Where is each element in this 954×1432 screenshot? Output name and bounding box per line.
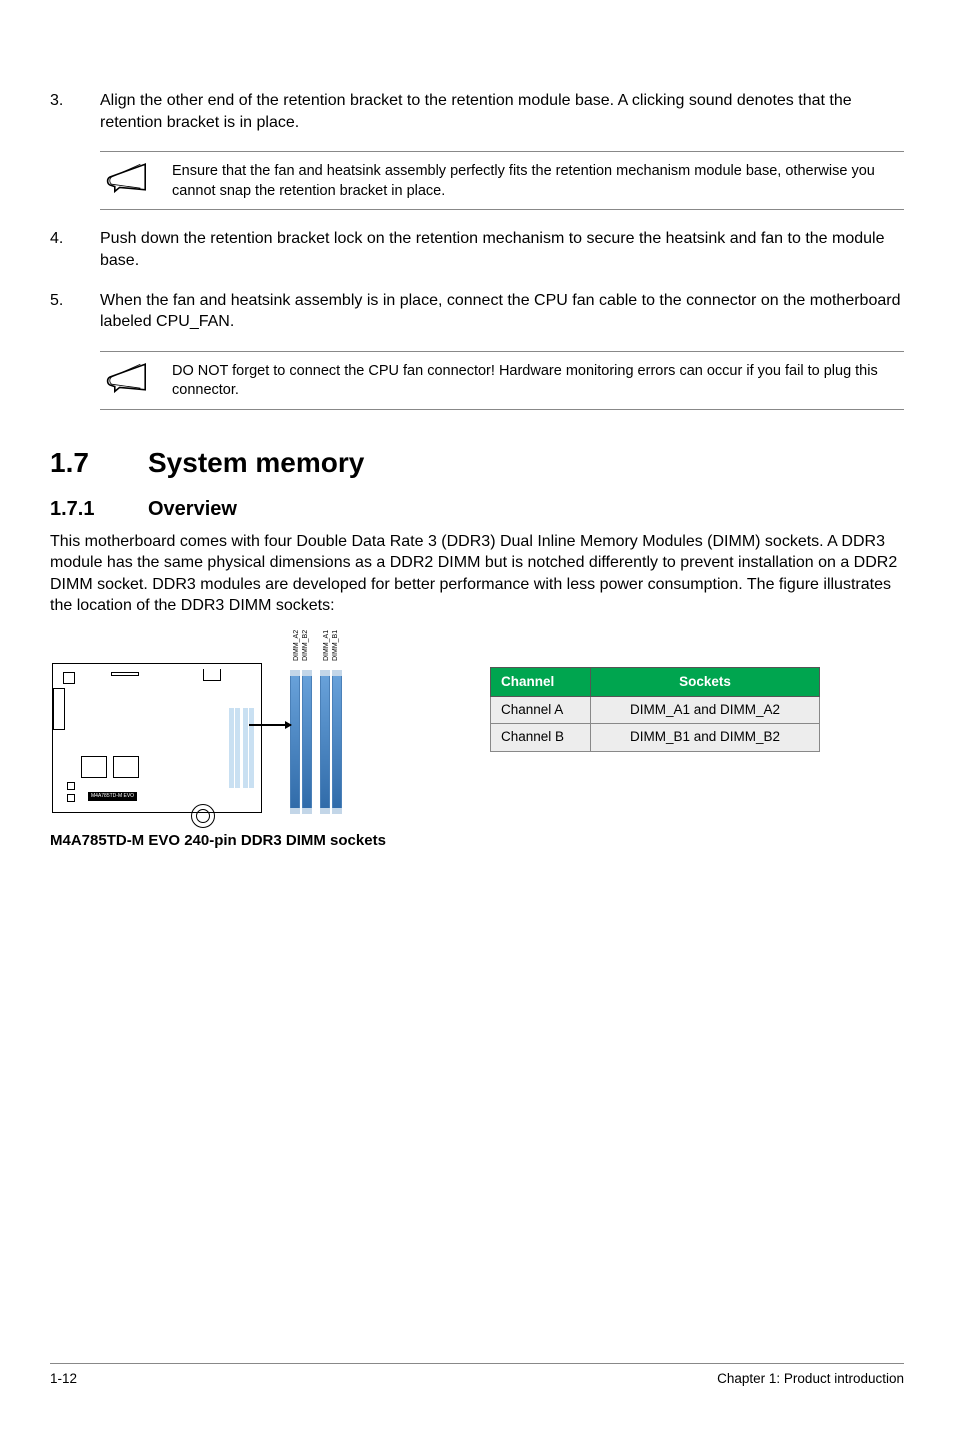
dimm-label-a2: DIMM_A2 — [293, 630, 300, 661]
table-cell: Channel A — [491, 697, 591, 724]
subsection-heading: 1.7.1 Overview — [50, 496, 904, 523]
table-row: Channel A DIMM_A1 and DIMM_A2 — [491, 697, 820, 724]
note-2-text: DO NOT forget to connect the CPU fan con… — [172, 360, 904, 401]
note-icon — [100, 360, 152, 394]
dimm-label-a1: DIMM_A1 — [323, 630, 330, 661]
section-heading: 1.7 System memory — [50, 444, 904, 482]
step-5-num: 5. — [50, 290, 100, 333]
subsection-number: 1.7.1 — [50, 496, 148, 523]
table-cell: Channel B — [491, 724, 591, 751]
table-header-channel: Channel — [491, 667, 591, 696]
step-3-num: 3. — [50, 90, 100, 133]
diagram-caption: M4A785TD-M EVO 240-pin DDR3 DIMM sockets — [50, 831, 410, 851]
table-cell: DIMM_A1 and DIMM_A2 — [591, 697, 820, 724]
table-row: Channel B DIMM_B1 and DIMM_B2 — [491, 724, 820, 751]
dimm-label-b2: DIMM_B2 — [302, 630, 309, 661]
chapter-label: Chapter 1: Product introduction — [717, 1370, 904, 1388]
subsection-title: Overview — [148, 496, 237, 523]
note-2: DO NOT forget to connect the CPU fan con… — [100, 351, 904, 410]
step-5: 5. When the fan and heatsink assembly is… — [50, 290, 904, 333]
step-3-text: Align the other end of the retention bra… — [100, 90, 904, 133]
board-model-label: M4A785TD-M EVO — [88, 792, 137, 801]
overview-paragraph: This motherboard comes with four Double … — [50, 531, 904, 617]
note-1: Ensure that the fan and heatsink assembl… — [100, 151, 904, 210]
dimm-label-b1: DIMM_B1 — [332, 630, 339, 661]
page-footer: 1-12 Chapter 1: Product introduction — [50, 1363, 904, 1388]
channel-sockets-table: Channel Sockets Channel A DIMM_A1 and DI… — [490, 667, 820, 752]
dimm-socket-diagram: DIMM_A2 DIMM_B2 DIMM_A1 DIMM_B1 M — [50, 633, 360, 823]
step-4-text: Push down the retention bracket lock on … — [100, 228, 904, 271]
step-4-num: 4. — [50, 228, 100, 271]
page-number: 1-12 — [50, 1370, 77, 1388]
step-4: 4. Push down the retention bracket lock … — [50, 228, 904, 271]
note-1-text: Ensure that the fan and heatsink assembl… — [172, 160, 904, 201]
note-icon — [100, 160, 152, 194]
table-cell: DIMM_B1 and DIMM_B2 — [591, 724, 820, 751]
section-number: 1.7 — [50, 444, 148, 482]
step-5-text: When the fan and heatsink assembly is in… — [100, 290, 904, 333]
section-title: System memory — [148, 444, 364, 482]
step-3: 3. Align the other end of the retention … — [50, 90, 904, 133]
table-header-sockets: Sockets — [591, 667, 820, 696]
